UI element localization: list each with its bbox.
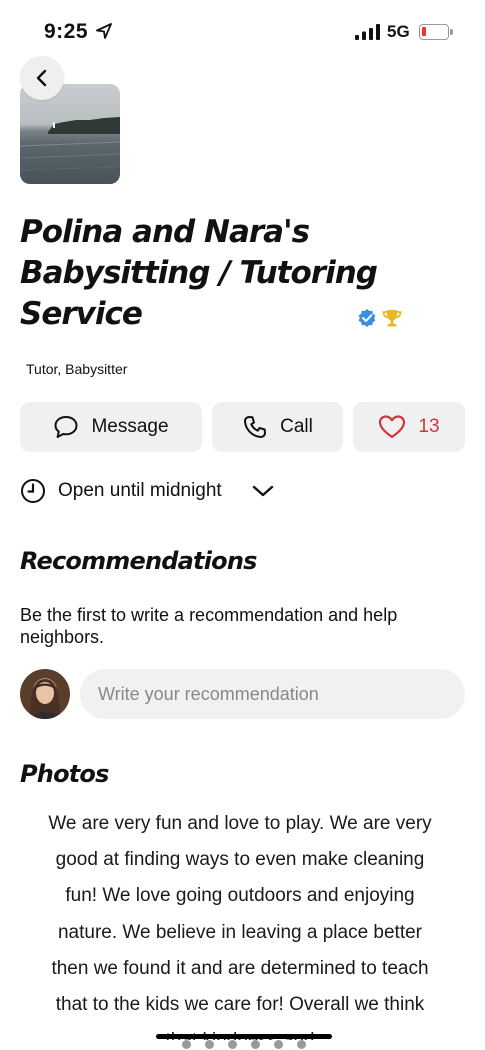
badges (357, 308, 403, 328)
like-button[interactable]: 13 (353, 402, 465, 452)
battery-icon (419, 24, 453, 40)
like-count: 13 (418, 416, 440, 437)
chevron-left-icon (36, 69, 47, 87)
message-button[interactable]: Message (20, 402, 202, 452)
chevron-down-icon[interactable] (252, 484, 274, 498)
status-time: 9:25 (44, 20, 89, 43)
message-button-label: Message (91, 416, 169, 437)
photo-caption: We are very fun and love to play. We are… (48, 813, 432, 1050)
business-name: Polina and Nara's Babysitting / Tutoring… (20, 214, 378, 332)
signal-icon (355, 24, 380, 40)
clock-icon (21, 479, 45, 503)
recommendation-input[interactable] (80, 669, 465, 719)
recommendations-prompt: Be the first to write a recommendation a… (20, 605, 398, 647)
trophy-icon (382, 310, 402, 327)
photos-heading: Photos (20, 760, 109, 788)
heart-icon (379, 415, 406, 439)
call-button[interactable]: Call (212, 402, 343, 452)
call-button-label: Call (280, 416, 313, 437)
avatar (20, 669, 70, 719)
back-button[interactable] (20, 56, 64, 100)
chat-bubble-icon (54, 416, 78, 438)
location-arrow-icon (96, 23, 112, 39)
network-type: 5G (387, 22, 410, 41)
phone-icon (244, 416, 267, 438)
business-categories: Tutor, Babysitter (26, 361, 128, 377)
verified-icon (358, 309, 376, 327)
hours-status: Open until midnight (58, 480, 222, 501)
status-bar: 9:25 5G (0, 0, 485, 60)
hours-toggle[interactable]: Open until midnight (20, 478, 274, 504)
recommendations-heading: Recommendations (20, 547, 257, 575)
home-indicator[interactable] (156, 1034, 332, 1039)
page-dots (154, 1040, 334, 1050)
